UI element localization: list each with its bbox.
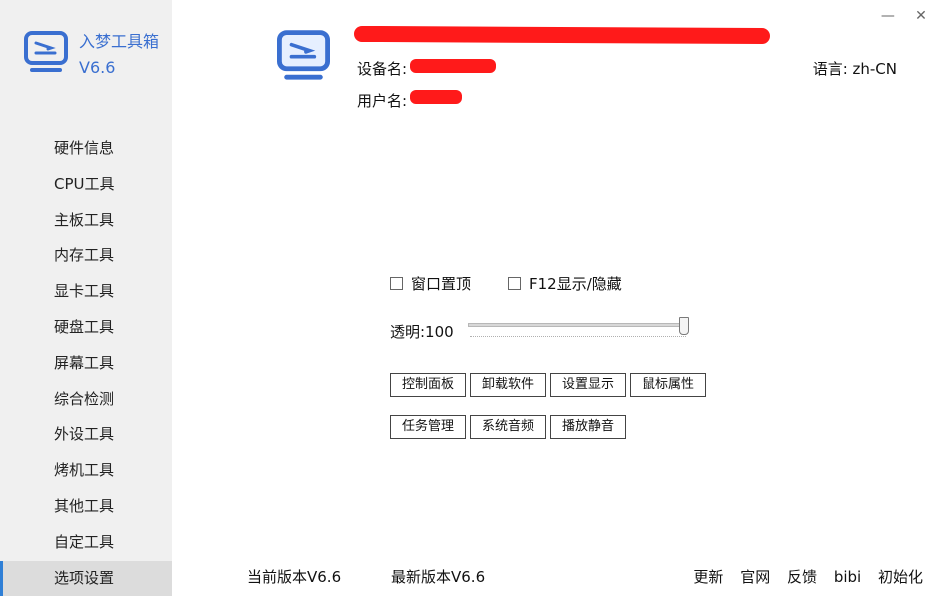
always-on-top-label: 窗口置顶 xyxy=(411,275,472,293)
redacted-system-name xyxy=(353,25,771,45)
current-version: 当前版本V6.6 xyxy=(247,568,342,586)
task-manager-button[interactable]: 任务管理 xyxy=(390,415,466,439)
official-site-link[interactable]: 官网 xyxy=(740,568,770,586)
opacity-slider-thumb[interactable] xyxy=(679,317,689,335)
redacted-device-name xyxy=(410,59,496,73)
sidebar-item-custom-tools[interactable]: 自定工具 xyxy=(0,525,172,561)
always-on-top-option[interactable]: 窗口置顶 xyxy=(390,273,471,294)
opacity-slider-ticks xyxy=(470,336,686,340)
display-settings-button[interactable]: 设置显示 xyxy=(550,373,626,397)
footer-links: 更新 官网 反馈 bibi 初始化 xyxy=(681,566,923,587)
sidebar-item-memory-tools[interactable]: 内存工具 xyxy=(0,238,172,274)
f12-toggle-checkbox[interactable] xyxy=(508,277,521,290)
monitor-logo-icon xyxy=(277,30,330,80)
control-panel-button[interactable]: 控制面板 xyxy=(390,373,466,397)
redacted-user-name xyxy=(410,90,462,104)
sidebar-item-screen-tools[interactable]: 屏幕工具 xyxy=(0,346,172,382)
mute-playback-button[interactable]: 播放静音 xyxy=(550,415,626,439)
app-window: 入梦工具箱 V6.6 硬件信息 CPU工具 主板工具 内存工具 显卡工具 硬盘工… xyxy=(0,0,941,596)
app-name: 入梦工具箱 xyxy=(79,32,160,51)
window-controls: — ✕ xyxy=(872,4,933,28)
opacity-slider-track xyxy=(468,323,686,327)
monitor-logo-icon xyxy=(24,31,68,72)
always-on-top-checkbox[interactable] xyxy=(390,277,403,290)
sidebar-nav: 硬件信息 CPU工具 主板工具 内存工具 显卡工具 硬盘工具 屏幕工具 综合检测… xyxy=(0,131,172,596)
sidebar-item-cpu-tools[interactable]: CPU工具 xyxy=(0,167,172,203)
sidebar-item-comprehensive-test[interactable]: 综合检测 xyxy=(0,382,172,418)
sidebar-item-peripheral-tools[interactable]: 外设工具 xyxy=(0,417,172,453)
feedback-link[interactable]: 反馈 xyxy=(787,568,817,586)
sidebar-item-stress-tools[interactable]: 烤机工具 xyxy=(0,453,172,489)
opacity-slider[interactable] xyxy=(466,316,690,342)
minimize-icon[interactable]: — xyxy=(876,4,900,28)
close-icon[interactable]: ✕ xyxy=(909,4,933,28)
f12-toggle-label: F12显示/隐藏 xyxy=(529,275,622,293)
opacity-slider-fill xyxy=(469,324,685,326)
sidebar-item-gpu-tools[interactable]: 显卡工具 xyxy=(0,274,172,310)
sidebar-item-other-tools[interactable]: 其他工具 xyxy=(0,489,172,525)
reset-link[interactable]: 初始化 xyxy=(878,568,923,586)
device-name-label: 设备名: xyxy=(357,60,408,78)
uninstall-software-button[interactable]: 卸载软件 xyxy=(470,373,546,397)
mouse-properties-button[interactable]: 鼠标属性 xyxy=(630,373,706,397)
brand: 入梦工具箱 V6.6 xyxy=(24,26,174,86)
sidebar-item-hardware-info[interactable]: 硬件信息 xyxy=(0,131,172,167)
latest-version: 最新版本V6.6 xyxy=(391,568,486,586)
user-name-label: 用户名: xyxy=(357,92,408,110)
update-link[interactable]: 更新 xyxy=(693,568,723,586)
sidebar: 入梦工具箱 V6.6 硬件信息 CPU工具 主板工具 内存工具 显卡工具 硬盘工… xyxy=(0,0,172,596)
opacity-label: 透明:100 xyxy=(390,323,454,341)
sidebar-item-disk-tools[interactable]: 硬盘工具 xyxy=(0,310,172,346)
system-sound-button[interactable]: 系统音频 xyxy=(470,415,546,439)
f12-toggle-option[interactable]: F12显示/隐藏 xyxy=(508,273,622,294)
sidebar-item-settings[interactable]: 选项设置 xyxy=(0,560,172,596)
app-version: V6.6 xyxy=(79,58,116,77)
bibi-link[interactable]: bibi xyxy=(834,568,861,586)
language-indicator: 语言: zh-CN xyxy=(812,60,897,78)
sidebar-item-motherboard-tools[interactable]: 主板工具 xyxy=(0,203,172,239)
